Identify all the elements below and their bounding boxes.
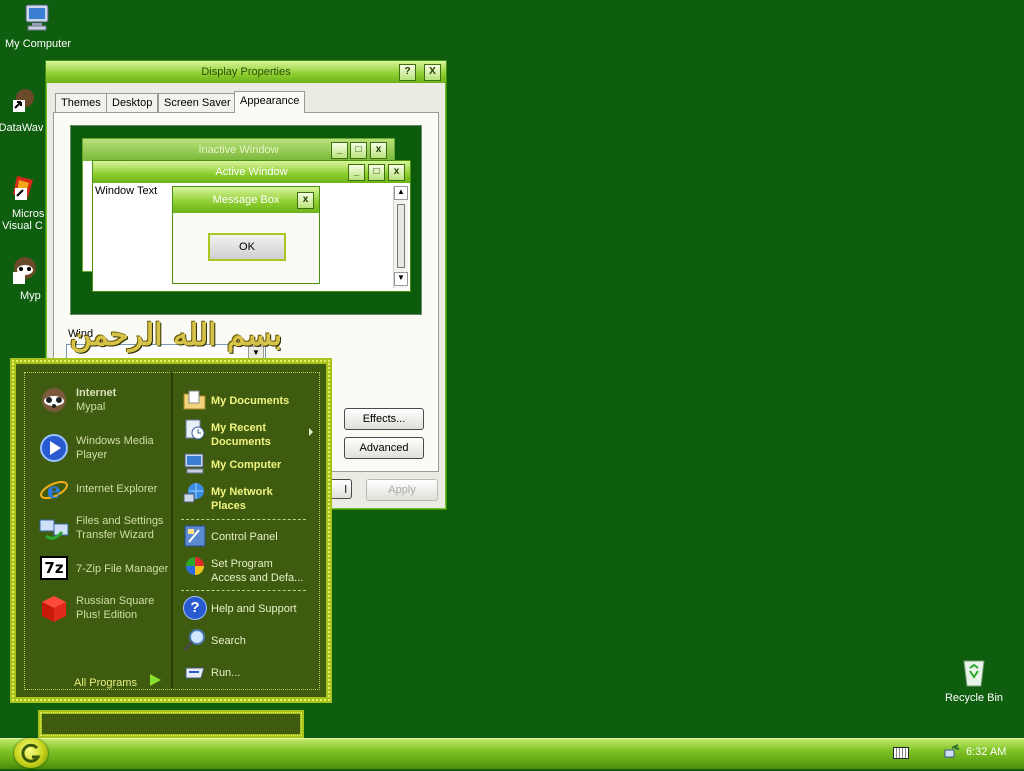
start-menu: Internet Mypal Windows Media Player e Inte… xyxy=(10,358,332,703)
datawave-icon xyxy=(5,86,37,118)
my-network-places[interactable]: My Network Places xyxy=(183,482,323,514)
my-recent-documents[interactable]: My Recent Documents xyxy=(183,418,323,450)
window-title: Display Properties xyxy=(201,66,291,78)
help-and-support[interactable]: ? Help and Support xyxy=(183,596,323,620)
set-program-access[interactable]: Set Program Access and Defa... xyxy=(183,554,323,586)
start-menu-separator xyxy=(181,590,306,591)
search-icon xyxy=(183,628,207,652)
my-computer-icon xyxy=(22,2,54,34)
inactive-window-title: Inactive Window xyxy=(198,144,279,156)
taskbar xyxy=(0,738,1024,769)
help-icon: ? xyxy=(183,596,207,620)
maximize-icon: □ xyxy=(368,164,385,181)
desktop-icon-label: Recycle Bin xyxy=(944,692,1004,704)
effects-button[interactable]: Effects... xyxy=(344,408,424,430)
7zip-icon: 7z xyxy=(40,556,68,580)
desktop-icon-my-computer[interactable]: My Computer xyxy=(0,2,76,50)
all-programs-button[interactable]: All Programs xyxy=(74,677,137,689)
program-access-icon xyxy=(183,554,207,578)
minimize-icon: _ xyxy=(348,164,365,181)
window-titlebar[interactable]: Display Properties ? X xyxy=(46,61,446,83)
desktop-icon-mypal[interactable]: Myp xyxy=(0,254,48,302)
tab-appearance[interactable]: Appearance xyxy=(234,91,306,113)
recent-documents-icon xyxy=(183,418,207,442)
media-player-icon xyxy=(38,432,70,464)
close-icon: x xyxy=(370,142,387,159)
search[interactable]: Search xyxy=(183,628,323,652)
7zip-file-manager[interactable]: 7z 7-Zip File Manager xyxy=(38,554,178,586)
my-computer[interactable]: My Computer xyxy=(183,452,323,476)
recycle-bin-icon xyxy=(958,656,990,688)
control-panel-icon xyxy=(183,524,207,548)
start-logo-icon xyxy=(21,743,41,763)
network-tray-icon[interactable] xyxy=(944,744,960,763)
desktop-icon-label: My Computer xyxy=(4,38,72,50)
desktop-icon-label: DataWav xyxy=(0,122,44,134)
message-box-title: Message Box xyxy=(212,194,280,206)
svg-text:e: e xyxy=(47,478,61,504)
advanced-button[interactable]: Advanced xyxy=(344,437,424,459)
my-documents[interactable]: My Documents xyxy=(183,388,323,412)
run[interactable]: Run... xyxy=(183,660,323,684)
desktop-icon-label: Myp xyxy=(20,290,41,302)
desktop-icon-label: Micros xyxy=(12,208,45,220)
mypal-icon xyxy=(7,254,39,286)
submenu-arrow-icon xyxy=(309,428,313,436)
minimize-icon: _ xyxy=(331,142,348,159)
raccoon-icon xyxy=(38,384,70,416)
ms-visual-icon xyxy=(7,172,39,204)
tab-screen-saver[interactable]: Screen Saver xyxy=(158,93,237,112)
maximize-icon: □ xyxy=(350,142,367,159)
computer-icon xyxy=(183,452,207,476)
close-button[interactable]: X xyxy=(424,64,441,81)
apply-button[interactable]: Apply xyxy=(366,479,438,501)
internet-explorer[interactable]: e Internet Explorer xyxy=(38,474,178,506)
ok-button-preview: OK xyxy=(208,233,286,261)
message-box-preview: Message Box x OK xyxy=(172,186,320,284)
run-icon xyxy=(183,660,207,684)
russian-square[interactable]: Russian Square Plus! Edition xyxy=(38,592,178,624)
desktop-icon-label: Visual C xyxy=(2,220,43,232)
control-panel[interactable]: Control Panel xyxy=(183,524,323,548)
pinned-internet-mypal[interactable]: Internet Mypal xyxy=(38,384,178,416)
network-places-icon xyxy=(183,482,207,506)
desktop-icon-datawave[interactable]: DataWav xyxy=(0,86,46,134)
start-menu-separator xyxy=(181,519,306,520)
tab-desktop[interactable]: Desktop xyxy=(106,93,159,112)
close-icon: x xyxy=(388,164,405,181)
calligraphy-wallpaper-text: بسم الله الرحمن الرحيم xyxy=(69,318,283,397)
preview-scrollbar: ▲ ▼ xyxy=(393,186,408,288)
folder-documents-icon xyxy=(183,388,207,412)
active-window-title: Active Window xyxy=(215,166,288,178)
transfer-wizard-icon xyxy=(38,512,70,544)
play-arrow-icon xyxy=(150,674,161,686)
desktop-icon-recycle-bin[interactable]: Recycle Bin xyxy=(936,656,1012,704)
keyboard-icon[interactable] xyxy=(893,747,909,759)
desktop-icon-ms-visual[interactable]: Micros Visual C xyxy=(0,172,48,232)
clock[interactable]: 6:32 AM xyxy=(966,746,1006,758)
files-settings-transfer-wizard[interactable]: Files and Settings Transfer Wizard xyxy=(38,512,178,544)
start-button[interactable] xyxy=(14,738,48,768)
internet-explorer-icon: e xyxy=(38,474,70,506)
window-text: Window Text xyxy=(95,185,158,197)
red-cube-icon xyxy=(38,592,70,624)
close-icon: x xyxy=(297,192,314,209)
windows-media-player[interactable]: Windows Media Player xyxy=(38,432,178,464)
help-button[interactable]: ? xyxy=(399,64,416,81)
start-menu-footer xyxy=(38,710,304,738)
tab-themes[interactable]: Themes xyxy=(55,93,107,112)
